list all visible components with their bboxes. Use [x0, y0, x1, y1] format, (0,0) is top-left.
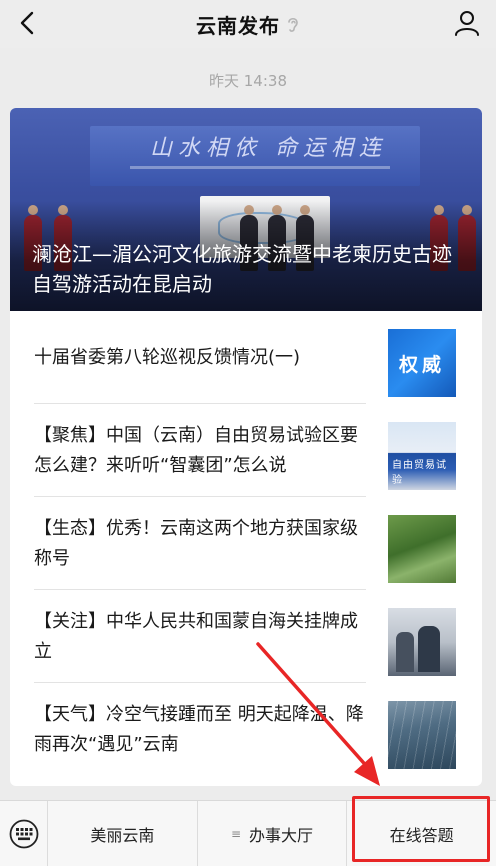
ear-icon: [286, 15, 300, 33]
article-thumbnail: [388, 515, 456, 583]
keyboard-icon: [9, 819, 38, 848]
keyboard-toggle-button[interactable]: [0, 800, 48, 866]
hero-banner-line: [130, 166, 390, 169]
profile-button[interactable]: [450, 6, 484, 40]
menu-item-service-hall[interactable]: ≡ 办事大厅: [196, 800, 347, 866]
page-title: 云南发布: [196, 13, 280, 38]
menu-item-label: 美丽云南: [90, 825, 155, 845]
top-nav-bar: 云南发布: [0, 0, 496, 48]
news-card: 山水相依 命运相连 澜沧江—湄公河文化旅游交流暨中老柬历史古迹自驾游活动在昆启动…: [10, 108, 482, 786]
title-wrap: 云南发布: [196, 10, 300, 39]
chevron-left-icon: [20, 11, 34, 35]
menu-item-label: 在线答题: [389, 825, 454, 845]
article-thumbnail: [388, 608, 456, 676]
article-thumbnail: 权威: [388, 329, 456, 397]
article-title: 【生态】优秀！云南这两个地方获国家级称号: [34, 517, 358, 569]
hero-article[interactable]: 山水相依 命运相连 澜沧江—湄公河文化旅游交流暨中老柬历史古迹自驾游活动在昆启动: [10, 108, 482, 311]
bottom-menu-bar: 美丽云南 ≡ 办事大厅 在线答题: [0, 800, 496, 866]
thumbnail-label: 权威: [398, 353, 445, 376]
article-thumbnail: [388, 701, 456, 769]
menu-item-label: 办事大厅: [249, 825, 314, 845]
article-item[interactable]: 【聚焦】中国（云南）自由贸易试验区要怎么建？来听听“智囊团”怎么说 自由贸易试验: [10, 404, 482, 497]
thumbnail-label: 自由贸易试验: [392, 460, 447, 486]
article-item[interactable]: 十届省委第八轮巡视反馈情况(一) 权威: [10, 311, 482, 404]
article-title: 十届省委第八轮巡视反馈情况(一): [34, 346, 301, 368]
hero-banner-text: 山水相依 命运相连: [150, 136, 387, 161]
back-button[interactable]: [10, 6, 44, 40]
menu-item-beautiful-yunnan[interactable]: 美丽云南: [48, 801, 197, 866]
article-title: 【聚焦】中国（云南）自由贸易试验区要怎么建？来听听“智囊团”怎么说: [34, 424, 358, 476]
person-icon: [455, 11, 479, 36]
article-title: 【天气】冷空气接踵而至 明天起降温、降雨再次“遇见”云南: [34, 703, 364, 755]
menu-item-online-quiz[interactable]: 在线答题: [346, 800, 496, 866]
article-title: 【关注】中华人民共和国蒙自海关挂牌成立: [34, 610, 358, 662]
article-item[interactable]: 【天气】冷空气接踵而至 明天起降温、降雨再次“遇见”云南: [10, 683, 482, 776]
article-thumbnail: 自由贸易试验: [388, 422, 456, 490]
submenu-icon: ≡: [230, 826, 242, 841]
hero-title: 澜沧江—湄公河文化旅游交流暨中老柬历史古迹自驾游活动在昆启动: [32, 242, 452, 296]
article-item[interactable]: 【生态】优秀！云南这两个地方获国家级称号: [10, 497, 482, 590]
message-timestamp: 昨天 14:38: [209, 72, 287, 90]
article-item[interactable]: 【关注】中华人民共和国蒙自海关挂牌成立: [10, 590, 482, 683]
